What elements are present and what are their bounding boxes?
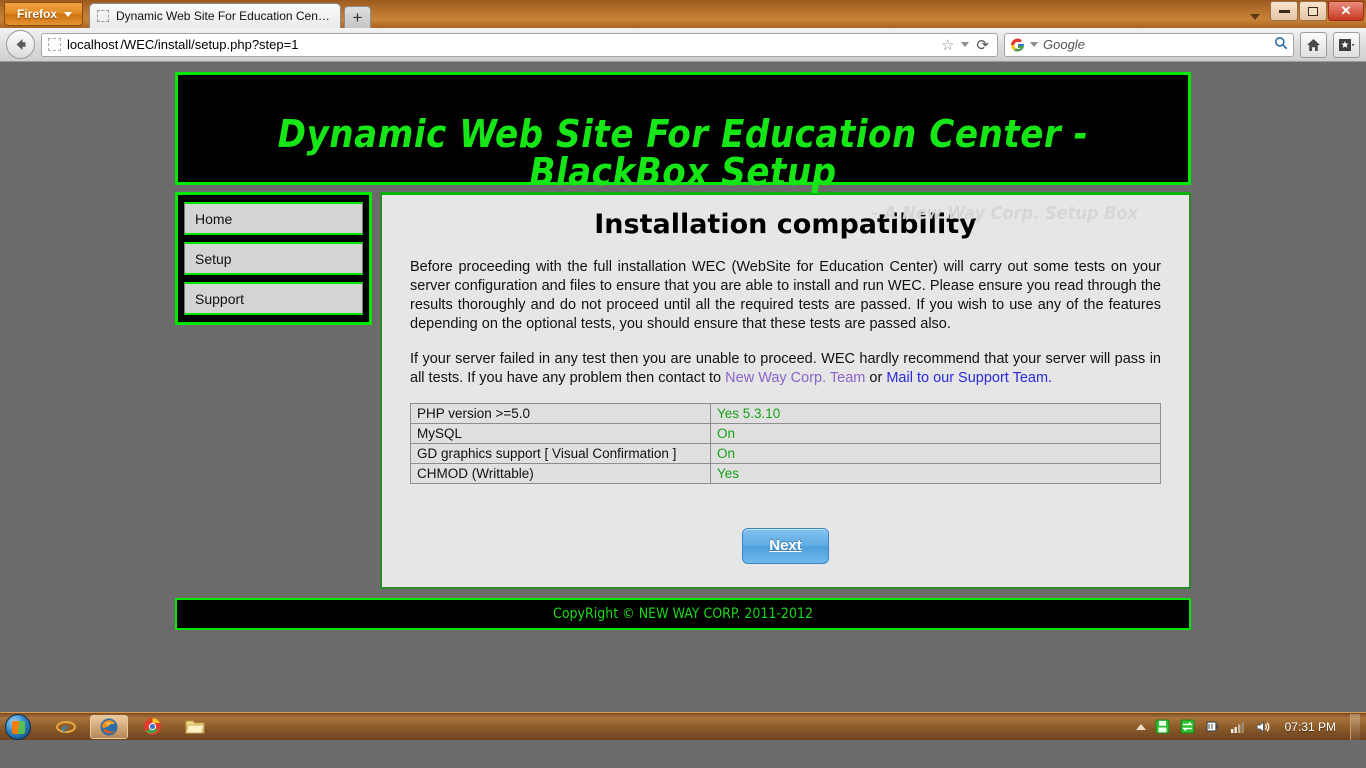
table-row: GD graphics support [ Visual Confirmatio…: [411, 443, 1161, 463]
contact-paragraph: If your server failed in any test then y…: [410, 350, 1161, 388]
check-name: CHMOD (Writtable): [411, 463, 711, 483]
new-way-corp-team-link[interactable]: New Way Corp. Team: [725, 370, 865, 386]
page-container: Dynamic Web Site For Education Center - …: [175, 72, 1191, 630]
page-viewport: Dynamic Web Site For Education Center - …: [0, 62, 1366, 740]
site-banner: Dynamic Web Site For Education Center - …: [175, 72, 1191, 185]
table-row: MySQL On: [411, 423, 1161, 443]
window-controls: ✕: [1270, 1, 1364, 21]
site-favicon-icon: [48, 38, 61, 51]
address-bar[interactable]: localhost /WEC/install/setup.php?step=1 …: [41, 33, 998, 57]
chevron-down-icon[interactable]: [961, 42, 969, 47]
browser-tab[interactable]: Dynamic Web Site For Education Center ..…: [89, 3, 341, 28]
sidebar-item-setup[interactable]: Setup: [184, 242, 363, 275]
show-desktop-button[interactable]: [1350, 714, 1360, 740]
sync-icon[interactable]: [1179, 718, 1196, 735]
windows-taskbar: e: [0, 712, 1366, 740]
check-name: MySQL: [411, 423, 711, 443]
search-engine-chevron-icon[interactable]: [1030, 42, 1038, 47]
back-arrow-icon: [12, 36, 29, 53]
taskbar-item-google-chrome[interactable]: [133, 715, 171, 739]
show-hidden-icons-icon[interactable]: [1136, 724, 1146, 730]
taskbar-clock[interactable]: 07:31 PM: [1279, 720, 1342, 734]
url-path: /WEC/install/setup.php?step=1: [120, 37, 298, 52]
bookmark-star-icon[interactable]: ☆: [941, 36, 954, 54]
site-subtitle: - A New Way Corp. Setup Box: [196, 191, 1170, 224]
support-team-mail-link[interactable]: Mail to our Support Team.: [886, 370, 1052, 386]
search-icon[interactable]: [1274, 36, 1288, 53]
table-row: PHP version >=5.0 Yes 5.3.10: [411, 403, 1161, 423]
firefox-icon: [99, 717, 119, 737]
sidebar-item-support[interactable]: Support: [184, 282, 363, 315]
taskbar-item-internet-explorer[interactable]: e: [47, 715, 85, 739]
chrome-icon: [143, 717, 162, 736]
site-title: Dynamic Web Site For Education Center - …: [196, 75, 1170, 191]
home-icon: [1306, 38, 1321, 52]
network-signal-icon[interactable]: [1229, 718, 1246, 735]
list-all-tabs-icon[interactable]: [1250, 14, 1260, 20]
back-button[interactable]: [6, 30, 35, 59]
internet-explorer-icon: e: [56, 718, 76, 736]
plug-icon[interactable]: [1204, 718, 1221, 735]
minimize-button[interactable]: [1270, 1, 1298, 21]
save-icon[interactable]: [1154, 718, 1171, 735]
chevron-down-icon: [64, 12, 72, 17]
taskbar-item-mozilla-firefox[interactable]: [90, 715, 128, 739]
main-content: Installation compatibility Before procee…: [380, 192, 1191, 589]
page-favicon-icon: [97, 10, 109, 22]
check-name: GD graphics support [ Visual Confirmatio…: [411, 443, 711, 463]
check-value: On: [711, 443, 1161, 463]
home-button[interactable]: [1300, 32, 1327, 58]
browser-window: Firefox Dynamic Web Site For Education C…: [0, 0, 1366, 740]
bookmarks-button[interactable]: [1333, 32, 1360, 58]
restore-button[interactable]: [1299, 1, 1327, 21]
search-bar[interactable]: Google: [1004, 33, 1294, 57]
google-icon: [1010, 37, 1025, 52]
system-tray: 07:31 PM: [1136, 714, 1364, 740]
taskbar-item-windows-explorer[interactable]: [176, 715, 214, 739]
page-body: Home Setup Support Installation compatib…: [175, 192, 1191, 589]
intro-paragraph: Before proceeding with the full installa…: [410, 258, 1161, 335]
url-host: localhost: [67, 37, 118, 52]
check-value: Yes 5.3.10: [711, 403, 1161, 423]
restore-icon: [1308, 7, 1318, 16]
svg-text:e: e: [62, 720, 68, 735]
volume-icon[interactable]: [1254, 718, 1271, 735]
check-value: On: [711, 423, 1161, 443]
close-button[interactable]: ✕: [1328, 1, 1364, 21]
firefox-menu-label: Firefox: [17, 7, 57, 21]
button-row: Next: [410, 528, 1161, 564]
compatibility-table: PHP version >=5.0 Yes 5.3.10 MySQL On GD…: [410, 403, 1161, 484]
windows-logo-icon: [12, 721, 25, 734]
copyright-text: CopyRight © NEW WAY CORP. 2011-2012: [553, 606, 813, 622]
check-name: PHP version >=5.0: [411, 403, 711, 423]
reload-icon[interactable]: ⟳: [976, 36, 989, 54]
site-footer: CopyRight © NEW WAY CORP. 2011-2012: [175, 598, 1191, 630]
bookmarks-icon: [1338, 38, 1355, 52]
address-bar-actions: ☆ ⟳: [941, 36, 993, 54]
navigation-toolbar: localhost /WEC/install/setup.php?step=1 …: [0, 28, 1366, 62]
table-row: CHMOD (Writtable) Yes: [411, 463, 1161, 483]
taskbar-apps: e: [47, 715, 214, 739]
start-button[interactable]: [5, 714, 31, 740]
check-value: Yes: [711, 463, 1161, 483]
contact-text-2: or: [865, 370, 886, 386]
firefox-menu-button[interactable]: Firefox: [4, 2, 83, 26]
next-button[interactable]: Next: [742, 528, 829, 564]
folder-icon: [185, 718, 205, 735]
tab-strip: Firefox Dynamic Web Site For Education C…: [0, 0, 1366, 28]
search-input[interactable]: Google: [1043, 37, 1085, 52]
new-tab-button[interactable]: +: [344, 6, 371, 28]
minimize-icon: [1279, 10, 1290, 13]
tab-title: Dynamic Web Site For Education Center ..…: [116, 9, 332, 23]
